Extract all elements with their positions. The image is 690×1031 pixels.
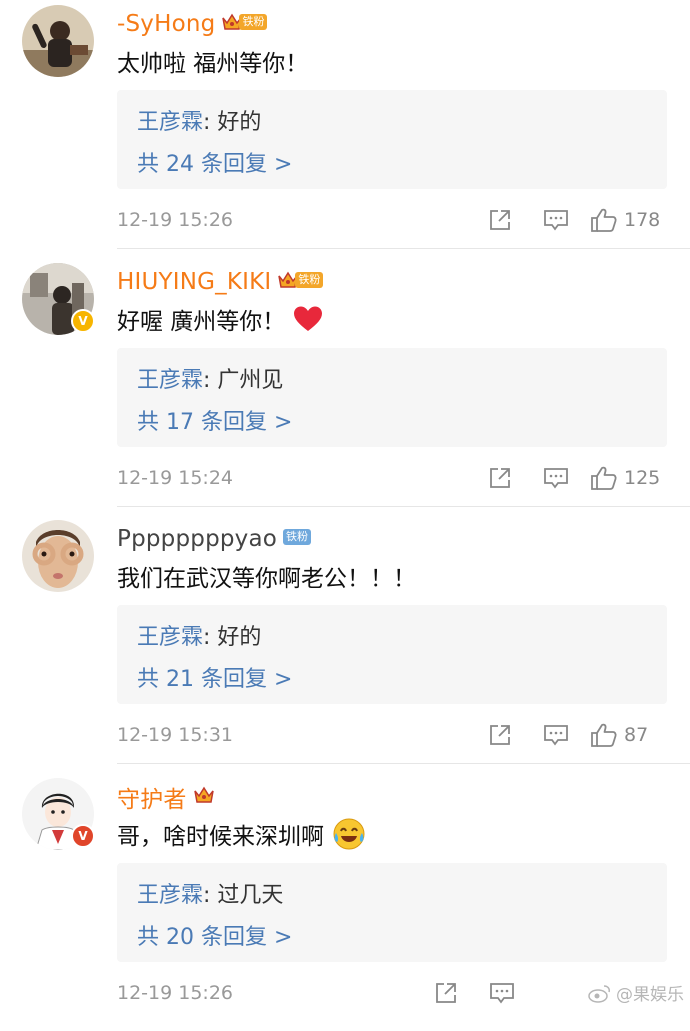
reply-author[interactable]: 王彦霖 xyxy=(137,110,203,135)
username[interactable]: 守护者 xyxy=(117,780,187,814)
watermark: @果娱乐 xyxy=(588,980,684,1005)
timestamp: 12-19 15:24 xyxy=(117,467,234,489)
fan-badge xyxy=(193,786,215,804)
comment-item: V HIUYING_KIKI 铁粉 好喔 廣州等你！ 王彦霖: 广州见 共 17… xyxy=(0,258,690,516)
reply-count-link[interactable]: 共 20 条回复 > xyxy=(137,919,292,951)
fan-badge: 铁粉 xyxy=(283,528,312,546)
divider xyxy=(117,506,690,507)
like-icon xyxy=(591,466,617,490)
reply-count-link[interactable]: 共 17 条回复 > xyxy=(137,404,292,436)
username[interactable]: Ppppppppyao xyxy=(117,526,277,552)
reply-box[interactable]: 王彦霖: 广州见 共 17 条回复 > xyxy=(117,348,667,447)
username[interactable]: -SyHong xyxy=(117,11,215,37)
comment-text: 我们在武汉等你啊老公！！！ xyxy=(117,559,416,593)
like-count: 125 xyxy=(624,467,661,489)
reply-separator: : xyxy=(203,368,218,393)
username[interactable]: HIUYING_KIKI xyxy=(117,269,271,295)
reply-count-link[interactable]: 共 21 条回复 > xyxy=(137,661,292,693)
fan-badge: 铁粉 xyxy=(277,271,324,289)
comment-text: 哥，啥时候来深圳啊 xyxy=(117,817,366,851)
reply-line: 王彦霖: 好的 xyxy=(137,619,261,651)
like-icon xyxy=(591,208,617,232)
divider xyxy=(117,763,690,764)
share-icon xyxy=(436,983,456,1003)
reply-box[interactable]: 王彦霖: 过几天 共 20 条回复 > xyxy=(117,863,667,962)
comment-icon xyxy=(544,210,568,231)
verified-badge: V xyxy=(71,824,95,848)
like-button[interactable]: 125 xyxy=(584,465,670,491)
badge-label: 铁粉 xyxy=(283,529,312,545)
share-button[interactable] xyxy=(418,981,474,1005)
comment-icon xyxy=(544,725,568,746)
comment-item: -SyHong 铁粉 太帅啦 福州等你！ 王彦霖: 好的 共 24 条回复 > … xyxy=(0,0,690,258)
comment-icon xyxy=(544,468,568,489)
comment-item: Ppppppppyao 铁粉 我们在武汉等你啊老公！！！ 王彦霖: 好的 共 2… xyxy=(0,515,690,773)
divider xyxy=(117,248,690,249)
avatar[interactable]: V xyxy=(22,263,95,335)
timestamp: 12-19 15:31 xyxy=(117,724,234,746)
reply-text: 好的 xyxy=(217,625,262,650)
share-icon xyxy=(490,210,510,230)
avatar[interactable] xyxy=(22,5,94,77)
reply-separator: : xyxy=(203,625,218,650)
reply-author[interactable]: 王彦霖 xyxy=(137,368,203,393)
reply-line: 王彦霖: 广州见 xyxy=(137,362,283,394)
comment-button[interactable] xyxy=(528,466,584,490)
like-count: 87 xyxy=(624,724,649,746)
like-button[interactable]: 87 xyxy=(584,722,670,748)
like-button[interactable]: 178 xyxy=(584,207,670,233)
crown-icon xyxy=(193,786,214,803)
like-count: 178 xyxy=(624,209,661,231)
badge-label: 铁粉 xyxy=(295,272,324,288)
heart-icon xyxy=(294,306,323,331)
fan-badge: 铁粉 xyxy=(221,13,268,31)
reply-line: 王彦霖: 好的 xyxy=(137,104,261,136)
comment-icon xyxy=(490,983,514,1004)
comment-meta: 12-19 15:24 125 xyxy=(117,458,670,498)
timestamp: 12-19 15:26 xyxy=(117,209,234,231)
comment-meta: 12-19 15:31 87 xyxy=(117,715,670,755)
reply-author[interactable]: 王彦霖 xyxy=(137,625,203,650)
reply-author[interactable]: 王彦霖 xyxy=(137,883,203,908)
like-icon xyxy=(591,723,617,747)
comment-text: 好喔 廣州等你！ xyxy=(117,302,323,336)
comment-body: 好喔 廣州等你！ xyxy=(117,309,286,335)
comment-body: 太帅啦 福州等你！ xyxy=(117,51,309,77)
reply-box[interactable]: 王彦霖: 好的 共 21 条回复 > xyxy=(117,605,667,704)
share-button[interactable] xyxy=(472,208,528,232)
avatar[interactable]: V xyxy=(22,778,95,850)
timestamp: 12-19 15:26 xyxy=(117,982,234,1004)
comment-body: 哥，啥时候来深圳啊 xyxy=(117,824,324,850)
comment-button[interactable] xyxy=(528,208,584,232)
reply-text: 好的 xyxy=(217,110,262,135)
reply-text: 过几天 xyxy=(217,883,284,908)
action-bar: 87 xyxy=(472,715,670,755)
action-bar: 178 xyxy=(472,200,670,240)
share-button[interactable] xyxy=(472,723,528,747)
comment-meta: 12-19 15:26 178 xyxy=(117,200,670,240)
weibo-icon xyxy=(588,984,610,1003)
reply-separator: : xyxy=(203,883,218,908)
watermark-text: @果娱乐 xyxy=(616,985,684,1005)
avatar[interactable] xyxy=(22,520,94,592)
action-bar xyxy=(418,973,530,1013)
comment-item: V 守护者 哥，啥时候来深圳啊 王彦霖: 过几天 共 20 条回复 > 12-1… xyxy=(0,773,690,1031)
comment-body: 我们在武汉等你啊老公！！！ xyxy=(117,566,416,592)
reply-separator: : xyxy=(203,110,218,135)
comment-text: 太帅啦 福州等你！ xyxy=(117,44,308,78)
reply-count-link[interactable]: 共 24 条回复 > xyxy=(137,146,292,178)
action-bar: 125 xyxy=(472,458,670,498)
comment-button[interactable] xyxy=(474,981,530,1005)
share-icon xyxy=(490,468,510,488)
reply-box[interactable]: 王彦霖: 好的 共 24 条回复 > xyxy=(117,90,667,189)
share-button[interactable] xyxy=(472,466,528,490)
laugh-cry-emoji xyxy=(333,818,365,850)
comment-button[interactable] xyxy=(528,723,584,747)
reply-text: 广州见 xyxy=(217,368,284,393)
verified-badge: V xyxy=(71,309,95,333)
share-icon xyxy=(490,725,510,745)
reply-line: 王彦霖: 过几天 xyxy=(137,877,283,909)
badge-label: 铁粉 xyxy=(239,14,268,30)
